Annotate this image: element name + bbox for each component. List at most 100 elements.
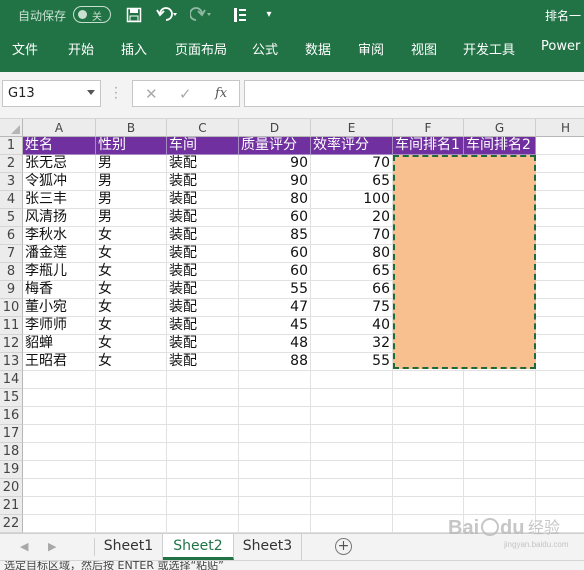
cell[interactable]: [23, 497, 96, 515]
row-header-10[interactable]: 10: [0, 299, 23, 317]
cell[interactable]: 男: [96, 191, 167, 209]
row-header-8[interactable]: 8: [0, 263, 23, 281]
cell[interactable]: [167, 443, 239, 461]
cell[interactable]: 装配: [167, 209, 239, 227]
column-header-g[interactable]: G: [464, 119, 536, 137]
name-box[interactable]: G13: [2, 80, 101, 107]
cell[interactable]: [96, 497, 167, 515]
cell[interactable]: 48: [239, 335, 311, 353]
cell[interactable]: [23, 371, 96, 389]
cell[interactable]: [311, 407, 393, 425]
cell[interactable]: [23, 407, 96, 425]
cell[interactable]: 70: [311, 155, 393, 173]
save-icon[interactable]: [124, 5, 144, 25]
cell[interactable]: [536, 317, 584, 335]
cell[interactable]: 貂蝉: [23, 335, 96, 353]
add-sheet-icon[interactable]: +: [335, 538, 352, 555]
cell[interactable]: [23, 461, 96, 479]
cell[interactable]: 女: [96, 299, 167, 317]
tab-power-pivot[interactable]: Power P: [541, 39, 584, 54]
cell[interactable]: [167, 371, 239, 389]
row-header-22[interactable]: 22: [0, 515, 23, 533]
cell[interactable]: [464, 407, 536, 425]
row-header-16[interactable]: 16: [0, 407, 23, 425]
cell[interactable]: [311, 371, 393, 389]
cell[interactable]: 85: [239, 227, 311, 245]
cell[interactable]: [393, 461, 464, 479]
cell[interactable]: [96, 443, 167, 461]
cell[interactable]: [23, 443, 96, 461]
copy-selection-range[interactable]: [393, 155, 536, 369]
cell[interactable]: [239, 461, 311, 479]
cell[interactable]: 装配: [167, 245, 239, 263]
row-header-2[interactable]: 2: [0, 155, 23, 173]
cell[interactable]: [464, 479, 536, 497]
cell[interactable]: 张三丰: [23, 191, 96, 209]
insert-function-icon[interactable]: fx: [215, 86, 227, 101]
more-options-icon[interactable]: · · ·: [114, 82, 118, 104]
cell[interactable]: 60: [239, 245, 311, 263]
cell[interactable]: [536, 425, 584, 443]
cell[interactable]: 80: [311, 245, 393, 263]
cell[interactable]: 装配: [167, 281, 239, 299]
next-sheet-icon[interactable]: ▶: [48, 540, 56, 553]
cell[interactable]: [311, 497, 393, 515]
cell[interactable]: [393, 479, 464, 497]
tab-formulas[interactable]: 公式: [252, 39, 278, 58]
cell[interactable]: 47: [239, 299, 311, 317]
cell[interactable]: [239, 497, 311, 515]
header-cell[interactable]: 车间排名1: [393, 137, 464, 155]
row-header-11[interactable]: 11: [0, 317, 23, 335]
cell[interactable]: [23, 515, 96, 533]
cell[interactable]: 40: [311, 317, 393, 335]
row-header-9[interactable]: 9: [0, 281, 23, 299]
cell[interactable]: 梅香: [23, 281, 96, 299]
cell[interactable]: 装配: [167, 191, 239, 209]
header-cell[interactable]: 效率评分: [311, 137, 393, 155]
cell[interactable]: 女: [96, 245, 167, 263]
cell[interactable]: [96, 407, 167, 425]
header-cell[interactable]: 车间排名2: [464, 137, 536, 155]
cell[interactable]: 张无忌: [23, 155, 96, 173]
cell[interactable]: [239, 443, 311, 461]
cell[interactable]: 55: [311, 353, 393, 371]
touch-mode-icon[interactable]: [231, 5, 249, 25]
cell[interactable]: [536, 335, 584, 353]
cell[interactable]: [167, 461, 239, 479]
row-header-18[interactable]: 18: [0, 443, 23, 461]
cell[interactable]: [536, 299, 584, 317]
cell[interactable]: 女: [96, 263, 167, 281]
cell[interactable]: [96, 479, 167, 497]
cell[interactable]: [536, 353, 584, 371]
cell[interactable]: [167, 515, 239, 533]
cell[interactable]: 100: [311, 191, 393, 209]
column-header-f[interactable]: F: [393, 119, 464, 137]
cell[interactable]: 男: [96, 173, 167, 191]
row-header-4[interactable]: 4: [0, 191, 23, 209]
cell[interactable]: 装配: [167, 155, 239, 173]
column-header-b[interactable]: B: [96, 119, 167, 137]
cell[interactable]: 90: [239, 155, 311, 173]
cell[interactable]: 女: [96, 335, 167, 353]
column-header-h[interactable]: H: [536, 119, 584, 137]
column-header-e[interactable]: E: [311, 119, 393, 137]
header-cell[interactable]: 车间: [167, 137, 239, 155]
cell[interactable]: 45: [239, 317, 311, 335]
cell[interactable]: 装配: [167, 335, 239, 353]
row-header-12[interactable]: 12: [0, 335, 23, 353]
cell[interactable]: 李秋水: [23, 227, 96, 245]
select-all-corner[interactable]: [0, 119, 23, 137]
cell[interactable]: 装配: [167, 227, 239, 245]
cell[interactable]: 男: [96, 155, 167, 173]
header-cell[interactable]: 质量评分: [239, 137, 311, 155]
cell[interactable]: [167, 389, 239, 407]
cell[interactable]: [464, 371, 536, 389]
cell[interactable]: [23, 425, 96, 443]
row-header-6[interactable]: 6: [0, 227, 23, 245]
cell[interactable]: 80: [239, 191, 311, 209]
tab-insert[interactable]: 插入: [121, 39, 147, 58]
column-header-c[interactable]: C: [167, 119, 239, 137]
cell[interactable]: [96, 389, 167, 407]
cell[interactable]: [311, 443, 393, 461]
cell[interactable]: [23, 479, 96, 497]
